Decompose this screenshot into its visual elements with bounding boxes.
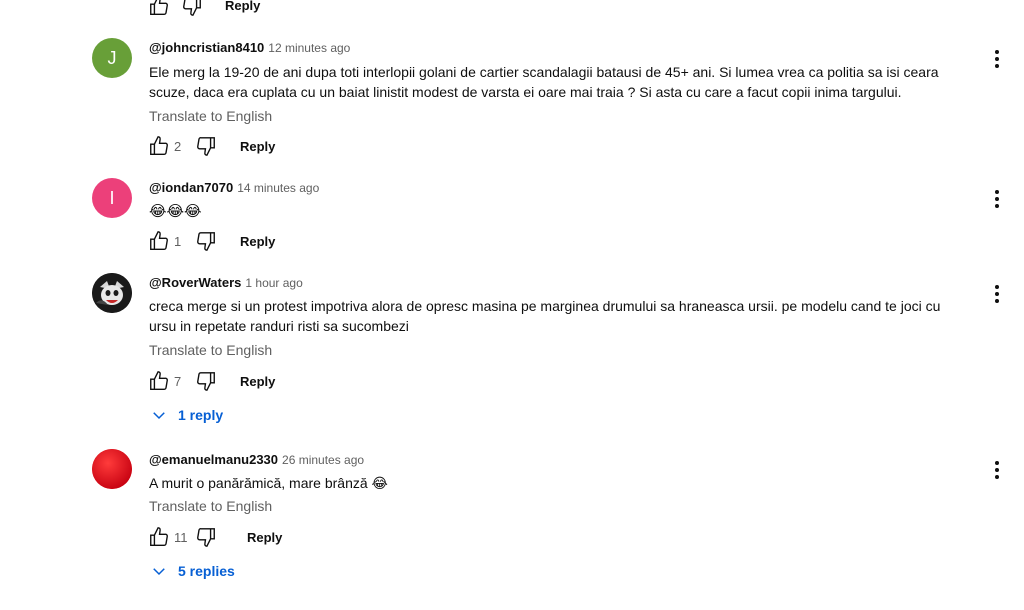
reply-button[interactable]: Reply [240, 234, 275, 249]
like-count: 1 [174, 233, 182, 249]
thumb-up-icon[interactable] [147, 134, 171, 158]
view-replies-button[interactable]: 1 reply [150, 406, 223, 424]
replies-count: 5 replies [178, 563, 235, 579]
author-name[interactable]: @iondan7070 [149, 180, 233, 195]
thumb-down-icon[interactable] [194, 229, 218, 253]
comment-actions: 1 [147, 229, 218, 253]
thumb-down-icon[interactable] [194, 134, 218, 158]
chevron-down-icon [153, 412, 165, 420]
translate-link[interactable]: Translate to English [149, 342, 272, 358]
like-count: 7 [174, 373, 182, 389]
more-vert-icon[interactable] [985, 458, 1009, 482]
comment-header: @emanuelmanu2330 26 minutes ago [149, 452, 364, 467]
comment-time[interactable]: 1 hour ago [245, 276, 302, 290]
author-name[interactable]: @johncristian8410 [149, 40, 264, 55]
comment-text: 😂😂😂 [149, 203, 202, 220]
more-vert-icon[interactable] [985, 282, 1009, 306]
comment-text: A murit o panărămică, mare brânză 😂 [149, 475, 388, 491]
comment-text: creca merge si un protest impotriva alor… [149, 298, 941, 334]
comment-actions: 7 [147, 369, 218, 393]
reply-button[interactable]: Reply [240, 374, 275, 389]
author-name[interactable]: @emanuelmanu2330 [149, 452, 278, 467]
comment-header: @RoverWaters 1 hour ago [149, 275, 303, 290]
comment-time[interactable]: 12 minutes ago [268, 41, 350, 55]
author-name[interactable]: @RoverWaters [149, 275, 241, 290]
comment-text: Ele merg la 19-20 de ani dupa toti inter… [149, 64, 939, 100]
avatar[interactable]: J [92, 38, 132, 78]
comment-time[interactable]: 26 minutes ago [282, 453, 364, 467]
avatar-image [92, 449, 132, 489]
translate-link[interactable]: Translate to English [149, 108, 272, 124]
thumb-up-icon[interactable] [147, 369, 171, 393]
avatar[interactable]: I [92, 178, 132, 218]
thumb-up-icon[interactable] [147, 525, 171, 549]
comment-header: @johncristian8410 12 minutes ago [149, 40, 350, 55]
chevron-down-icon [153, 568, 165, 576]
like-count: 2 [174, 138, 182, 154]
reply-button[interactable]: Reply [225, 0, 260, 13]
partial-comment-actions [147, 0, 204, 18]
comment-actions: 2 [147, 134, 218, 158]
reply-button[interactable]: Reply [247, 530, 282, 545]
avatar-image [92, 273, 132, 313]
thumb-up-icon[interactable] [147, 0, 171, 18]
thumb-down-icon[interactable] [194, 525, 218, 549]
avatar[interactable] [92, 449, 132, 489]
thumb-down-icon[interactable] [180, 0, 204, 18]
thumb-up-icon[interactable] [147, 229, 171, 253]
reply-button[interactable]: Reply [240, 139, 275, 154]
comment-actions: 11 [147, 525, 218, 549]
more-vert-icon[interactable] [985, 187, 1009, 211]
more-vert-icon[interactable] [985, 47, 1009, 71]
avatar[interactable] [92, 273, 132, 313]
translate-link[interactable]: Translate to English [149, 498, 272, 514]
thumb-down-icon[interactable] [194, 369, 218, 393]
comment-header: @iondan7070 14 minutes ago [149, 180, 319, 195]
replies-count: 1 reply [178, 407, 224, 423]
like-count: 11 [174, 529, 188, 545]
comment-time[interactable]: 14 minutes ago [237, 181, 319, 195]
view-replies-button[interactable]: 5 replies [150, 562, 235, 580]
